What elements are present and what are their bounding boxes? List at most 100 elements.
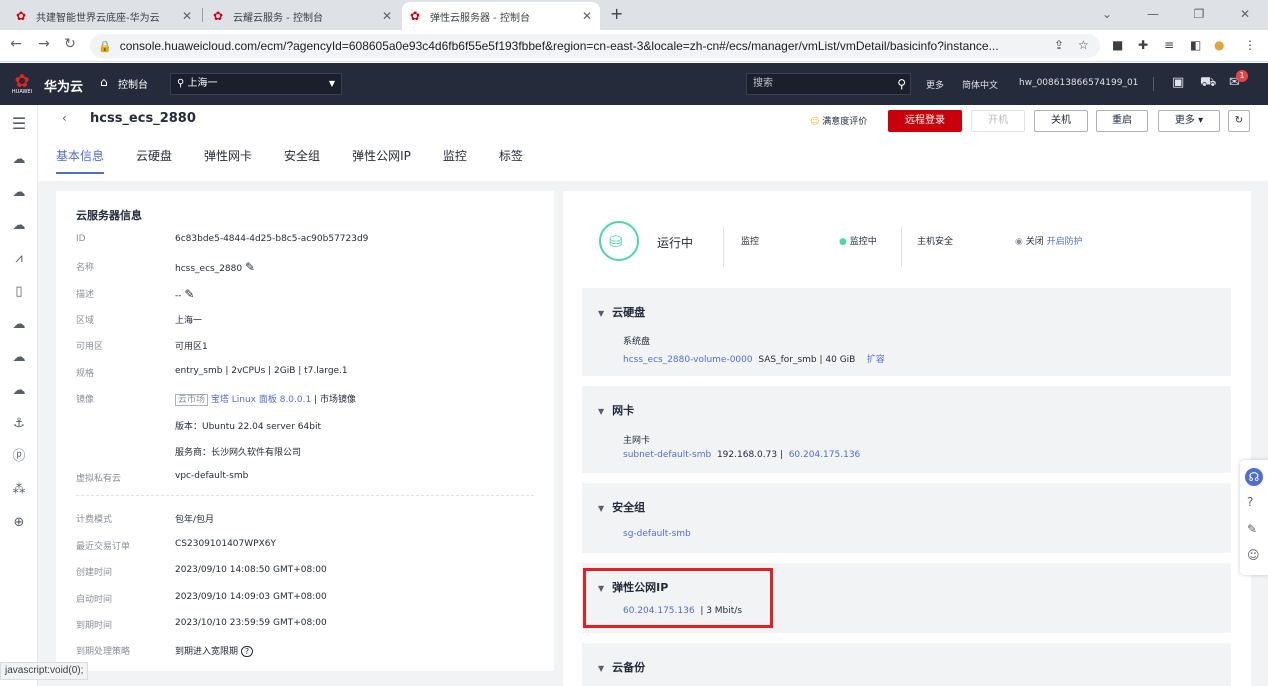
tab-nics[interactable]: 弹性网卡 [204,147,252,174]
profile-avatar-icon[interactable]: ● [1214,38,1224,52]
help-icon[interactable]: ? [240,646,254,657]
tab-disks[interactable]: 云硬盘 [136,147,172,174]
status-bar-url: javascript:void(0); [0,662,89,680]
subnet-link[interactable]: subnet-default-smb [623,450,711,460]
menu-dots-icon[interactable]: ⋮ [1244,38,1256,52]
url-field[interactable]: 🔒 console.huaweicloud.com/ecm/?agencyId=… [90,34,1100,58]
search-placeholder: 搜索 [753,78,773,89]
tab-search-icon[interactable]: ⌄ [1084,0,1130,30]
tab-basic-info[interactable]: 基本信息 [56,147,105,174]
close-tab-icon[interactable]: ✕ [182,9,192,23]
host-security-label: 主机安全 [917,237,954,247]
section-title: 云硬盘 [612,306,646,319]
cloud-service-icon[interactable]: ☁ [10,316,28,334]
edit-icon[interactable]: ✎ [184,287,194,301]
puzzle-icon[interactable]: ✚ [1138,38,1148,52]
tab-security-groups[interactable]: 安全组 [284,147,320,174]
security-group-link[interactable]: sg-default-smb [623,529,691,539]
search-icon[interactable]: ⚲ [897,74,906,94]
more-actions-button[interactable]: 更多 ▾ [1158,110,1220,132]
bookmark-star-icon[interactable]: ☆ [1078,38,1089,52]
anchor-icon[interactable]: ⚓ [10,415,28,433]
brand-name[interactable]: 华为云 [44,76,83,95]
close-tab-icon[interactable]: ✕ [382,9,392,23]
label: 启动时间 [76,595,113,605]
tab-monitoring[interactable]: 监控 [443,147,467,174]
share-icon[interactable]: ⇪ [1054,38,1064,52]
globe-icon[interactable]: ⊕ [10,514,28,532]
image-link[interactable]: 宝塔 Linux 面板 8.0.0.1 [211,395,311,405]
tab-eip[interactable]: 弹性公网IP [352,147,411,174]
notification-badge: 1 [1236,70,1248,82]
home-icon[interactable]: ⌂ [100,75,108,89]
info-row-vendor: 服务商：长沙网久软件有限公司 [76,445,546,459]
section-header[interactable]: ▼ 网卡 [598,402,634,418]
document-icon[interactable]: ▯ [10,283,28,301]
cloud-service-icon[interactable]: ☁ [10,382,28,400]
divider [723,227,724,267]
section-header[interactable]: ▼ 安全组 [598,499,645,515]
ip-icon[interactable]: ⓟ [10,448,28,466]
cloud-service-icon[interactable]: ☁ [10,184,28,202]
minimize-icon[interactable]: — [1130,0,1176,30]
cloud-service-icon[interactable]: ☁ [10,349,28,367]
tab-tags[interactable]: 标签 [499,147,523,174]
value: -- [175,291,182,301]
cart-icon[interactable]: ⛟ [1200,75,1216,92]
back-arrow-icon[interactable]: ‹ [62,111,67,125]
restore-icon[interactable]: ❐ [1176,0,1222,30]
terminal-icon[interactable]: ▣ [1172,75,1184,90]
edit-icon[interactable]: ✎ [245,260,255,274]
info-row-billing: 计费模式 包年/包月 [76,512,546,526]
huawei-logo-icon: ✿ [410,9,421,23]
caret-down-icon: ▾ [1198,115,1204,126]
value: 上海一 [175,316,203,326]
order-link[interactable]: CS2309101407WPX6Y [175,539,276,549]
cloud-service-icon[interactable]: ☁ [10,217,28,235]
cluster-icon[interactable]: ⁂ [10,481,28,499]
reload-icon[interactable]: ↻ [60,36,80,52]
user-account[interactable]: hw_008613866574199_01 [1019,78,1138,88]
browser-tab-3[interactable]: ✿ 弹性云服务器 - 控制台 ✕ [402,2,600,30]
stop-button[interactable]: 关机 [1034,110,1088,132]
network-icon[interactable]: ⩘ [10,250,28,268]
refresh-icon[interactable]: ↻ [1228,110,1250,132]
huawei-logo-icon[interactable]: ✿ HUAWEI [10,71,34,95]
start-button[interactable]: 开机 [971,110,1025,132]
console-header: ✿ HUAWEI 华为云 ⌂ 控制台 ⚲ 上海一 ▼ 搜索 ⚲ 更多 简体中文 h… [0,63,1268,105]
browser-tab-1[interactable]: ✿ 共建智能世界云底座-华为云 ✕ [8,2,200,30]
feedback-icon[interactable]: ✎ [1247,522,1257,536]
chat-icon[interactable]: ☊ [1245,468,1263,486]
vpc-link[interactable]: vpc-default-smb [175,471,248,481]
remote-login-button[interactable]: 远程登录 [888,110,962,132]
more-menu[interactable]: 更多 [926,78,944,91]
extension-icon[interactable]: ■ [1112,38,1123,52]
new-tab-button[interactable]: + [610,4,623,23]
volume-link[interactable]: hcss_ecs_2880-volume-0000 [623,355,753,365]
section-header[interactable]: ▼ 云备份 [598,659,645,675]
section-header[interactable]: ▼ 云硬盘 [598,304,645,320]
sidepanel-icon[interactable]: ◧ [1190,38,1201,52]
browser-tab-2[interactable]: ✿ 云耀云服务 - 控制台 ✕ [205,2,400,30]
eip-link[interactable]: 60.204.175.136 [789,450,861,460]
service-sidebar: ☰ ☁ ☁ ☁ ⩘ ▯ ☁ ☁ ☁ ⚓ ⓟ ⁂ ⊕ [0,105,38,686]
playlist-icon[interactable]: ≡ [1164,38,1174,52]
language-switch[interactable]: 简体中文 [962,78,998,91]
value: 6c83bde5-4844-4d25-b8c5-ac90b57723d9 [175,234,369,244]
restart-button[interactable]: 重启 [1096,110,1148,132]
back-icon[interactable]: ← [6,36,26,52]
help-icon[interactable]: ? [1247,495,1253,509]
search-input[interactable]: 搜索 ⚲ [746,73,911,95]
expand-link[interactable]: 扩容 [867,355,885,365]
value: 到期进入宽限期 [175,647,239,657]
close-window-icon[interactable]: ✕ [1222,0,1268,30]
smile-icon[interactable]: ☺ [1247,548,1260,562]
console-link[interactable]: 控制台 [118,76,148,91]
close-tab-icon[interactable]: ✕ [582,9,592,23]
region-select[interactable]: ⚲ 上海一 ▼ [170,73,342,95]
menu-icon[interactable]: ☰ [10,115,28,133]
forward-icon[interactable]: → [34,36,54,52]
enable-protection-link[interactable]: 开启防护 [1047,237,1083,247]
satisfaction-link[interactable]: ☺ 满意度评价 [810,114,867,127]
cloud-service-icon[interactable]: ☁ [10,151,28,169]
